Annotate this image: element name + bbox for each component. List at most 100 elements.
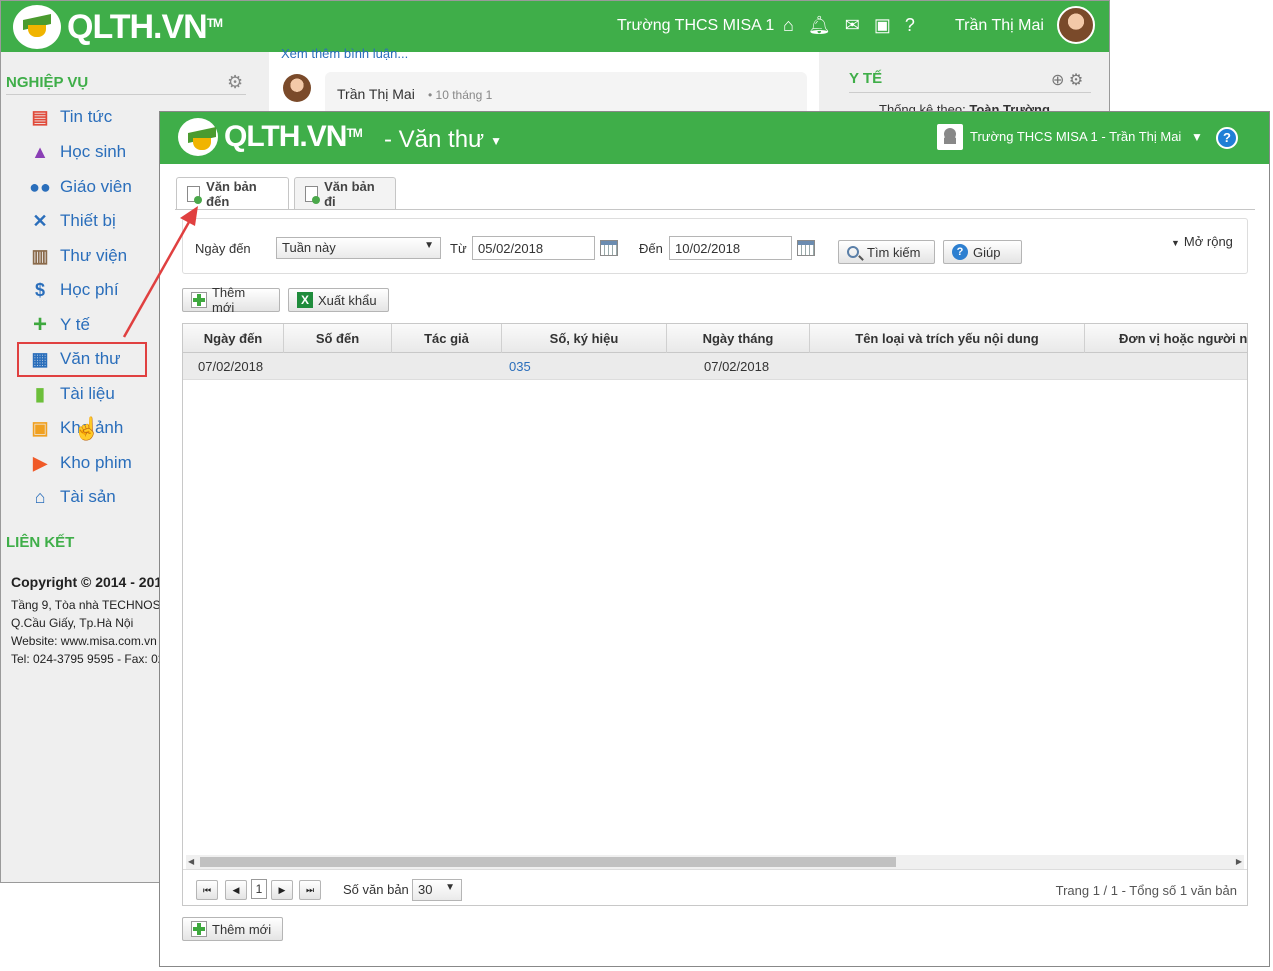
medical-cross-icon: + bbox=[32, 311, 47, 338]
sidebar-item-label: Thư viện bbox=[60, 246, 128, 265]
trademark: TM bbox=[206, 16, 223, 30]
column-header[interactable]: Tác giả bbox=[392, 324, 502, 353]
sidebar-item-tin-tuc[interactable]: ▤ Tin tức bbox=[29, 107, 112, 127]
copyright: Copyright © 2014 - 201 bbox=[11, 574, 163, 590]
avatar[interactable] bbox=[1057, 6, 1095, 44]
sidebar-item-label: Kho phim bbox=[60, 453, 132, 472]
last-page-button[interactable]: ⏭ bbox=[299, 880, 321, 900]
period-value: Tuần này bbox=[282, 240, 336, 255]
help-icon: ? bbox=[952, 244, 968, 260]
chat-icon[interactable]: ✉ bbox=[845, 15, 860, 36]
van-thu-window: QLTH.VN TM - Văn thư ▼ Trường THCS MISA 1… bbox=[159, 111, 1270, 967]
gear-icon[interactable]: ⚙ bbox=[1069, 72, 1083, 89]
logo-text: QLTH.VN bbox=[224, 120, 347, 153]
export-label: Xuất khẩu bbox=[318, 292, 377, 308]
bell-icon[interactable]: 🔔︎ bbox=[808, 15, 831, 36]
sidebar-item-label: Học phí bbox=[60, 280, 119, 299]
zoom-in-icon[interactable]: ⊕ bbox=[1051, 72, 1064, 89]
sidebar-item-hoc-phi[interactable]: $ Học phí bbox=[29, 280, 119, 300]
header-icon-group: ⌂ 🔔︎ ✉ ▣ ? bbox=[783, 15, 915, 36]
van-thu-highlight-box bbox=[17, 342, 147, 377]
divider bbox=[6, 94, 246, 95]
books-icon: ▥ bbox=[31, 245, 49, 266]
help-button[interactable]: ? Giúp bbox=[943, 240, 1022, 264]
caret-down-icon: ▼ bbox=[1171, 237, 1180, 248]
sidebar-item-tai-lieu[interactable]: ▮ Tài liệu bbox=[29, 384, 115, 404]
tab-van-ban-di[interactable]: Văn bản đi bbox=[294, 177, 396, 209]
to-date-input[interactable]: 10/02/2018 bbox=[669, 236, 792, 260]
column-header[interactable]: Ngày tháng bbox=[667, 324, 810, 353]
sidebar-item-thiet-bi[interactable]: ✕ Thiết bị bbox=[29, 210, 115, 231]
cell-so-ky-hieu[interactable]: 035 bbox=[509, 353, 531, 380]
sidebar-item-kho-phim[interactable]: ▶ Kho phim bbox=[29, 453, 132, 473]
add-icon bbox=[191, 292, 207, 308]
tools-icon: ✕ bbox=[32, 210, 48, 231]
dollar-icon: $ bbox=[34, 279, 45, 300]
sidebar-item-tai-san[interactable]: ⌂ Tài sản bbox=[29, 487, 116, 507]
tab-van-ban-den[interactable]: Văn bản đến bbox=[176, 177, 289, 210]
search-label: Tìm kiếm bbox=[867, 244, 921, 260]
add-label: Thêm mới bbox=[211, 285, 246, 315]
sidebar-item-label: Y tế bbox=[60, 315, 90, 334]
page-size-select[interactable]: 30 ▼ bbox=[412, 879, 462, 901]
tab-label: Văn bản đến bbox=[206, 179, 257, 209]
comment-author[interactable]: Trần Thị Mai bbox=[337, 86, 415, 102]
scrollbar-thumb[interactable] bbox=[200, 857, 896, 867]
next-page-button[interactable]: ▶ bbox=[271, 880, 293, 900]
sidebar-item-label: Tài liệu bbox=[60, 384, 115, 403]
user-school[interactable]: Trường THCS MISA 1 - Trần Thị Mai bbox=[970, 129, 1181, 144]
column-header[interactable]: Tên loại và trích yếu nội dung bbox=[810, 324, 1085, 353]
qlth-logo[interactable]: QLTH.VN TM bbox=[178, 118, 363, 156]
graduation-cap-logo-icon bbox=[13, 5, 61, 49]
graduation-cap-logo-icon bbox=[178, 118, 218, 156]
sidebar-item-label: Tài sản bbox=[60, 487, 116, 506]
more-comments-link[interactable]: Xem thêm bình luận... bbox=[281, 46, 408, 61]
home-icon[interactable]: ⌂ bbox=[783, 15, 794, 36]
chevron-down-icon[interactable]: ▼ bbox=[1191, 130, 1203, 144]
column-header[interactable]: Đơn vị hoặc người n bbox=[1085, 324, 1247, 353]
module-header: QLTH.VN TM - Văn thư ▼ Trường THCS MISA 1… bbox=[160, 112, 1269, 164]
module-title: - Văn thư bbox=[384, 126, 485, 153]
page-size-label: Số văn bản bbox=[343, 882, 409, 897]
column-header[interactable]: Số đến bbox=[284, 324, 392, 353]
page-number-input[interactable]: 1 bbox=[251, 879, 267, 899]
search-button[interactable]: Tìm kiếm bbox=[838, 240, 935, 264]
column-header[interactable]: Ngày đến bbox=[183, 324, 284, 353]
table-header: Ngày đến Số đến Tác giả Số, ký hiệu Ngày… bbox=[183, 324, 1247, 353]
user-name[interactable]: Trần Thị Mai bbox=[955, 17, 1044, 35]
calendar-icon[interactable] bbox=[600, 240, 618, 256]
scroll-left-icon[interactable]: ◀ bbox=[188, 855, 194, 869]
prev-page-button[interactable]: ◀ bbox=[225, 880, 247, 900]
from-date-input[interactable]: 05/02/2018 bbox=[472, 236, 595, 260]
school-name[interactable]: Trường THCS MISA 1 bbox=[617, 17, 774, 35]
comment-time: • 10 tháng 1 bbox=[428, 88, 493, 102]
add-new-button[interactable]: Thêm mới bbox=[182, 285, 280, 315]
sidebar-item-hoc-sinh[interactable]: ▲ Học sinh bbox=[29, 142, 126, 162]
panel-title: Y TẾ bbox=[849, 70, 883, 87]
sidebar-item-thu-vien[interactable]: ▥ Thư viện bbox=[29, 246, 127, 266]
expand-toggle[interactable]: ▼ Mở rộng bbox=[1171, 234, 1233, 249]
table-row[interactable]: 07/02/2018 035 07/02/2018 bbox=[183, 353, 1247, 380]
export-button[interactable]: X Xuất khẩu bbox=[288, 288, 389, 312]
scroll-right-icon[interactable]: ▶ bbox=[1236, 855, 1242, 869]
bottom-add-new-button[interactable]: Thêm mới bbox=[182, 917, 283, 941]
qlth-logo[interactable]: QLTH.VN TM bbox=[13, 5, 223, 49]
message-icon[interactable]: ▣ bbox=[874, 15, 891, 36]
address-line: Q.Cầu Giấy, Tp.Hà Nội bbox=[11, 616, 134, 630]
pagination-bar: ⏮ ◀ 1 ▶ ⏭ Số văn bản 30 ▼ Trang 1 / 1 - T… bbox=[183, 869, 1247, 905]
calendar-icon[interactable] bbox=[797, 240, 815, 256]
cell-ngay-thang: 07/02/2018 bbox=[704, 359, 770, 374]
horizontal-scrollbar[interactable]: ◀ ▶ bbox=[186, 855, 1244, 869]
incoming-doc-icon bbox=[187, 186, 203, 204]
sidebar-item-y-te[interactable]: + Y tế bbox=[29, 311, 90, 338]
logo-text: QLTH.VN bbox=[67, 7, 208, 46]
module-switcher[interactable]: - Văn thư ▼ bbox=[384, 126, 502, 154]
sidebar-item-giao-vien[interactable]: ●● Giáo viên bbox=[29, 177, 132, 197]
video-icon: ▶ bbox=[33, 452, 47, 473]
first-page-button[interactable]: ⏮ bbox=[196, 880, 218, 900]
period-select[interactable]: Tuần này ▼ bbox=[276, 237, 441, 259]
column-header[interactable]: Số, ký hiệu bbox=[502, 324, 667, 353]
gear-icon[interactable]: ⚙ bbox=[227, 72, 243, 93]
help-icon[interactable]: ? bbox=[905, 15, 915, 36]
help-icon[interactable]: ? bbox=[1216, 127, 1238, 149]
